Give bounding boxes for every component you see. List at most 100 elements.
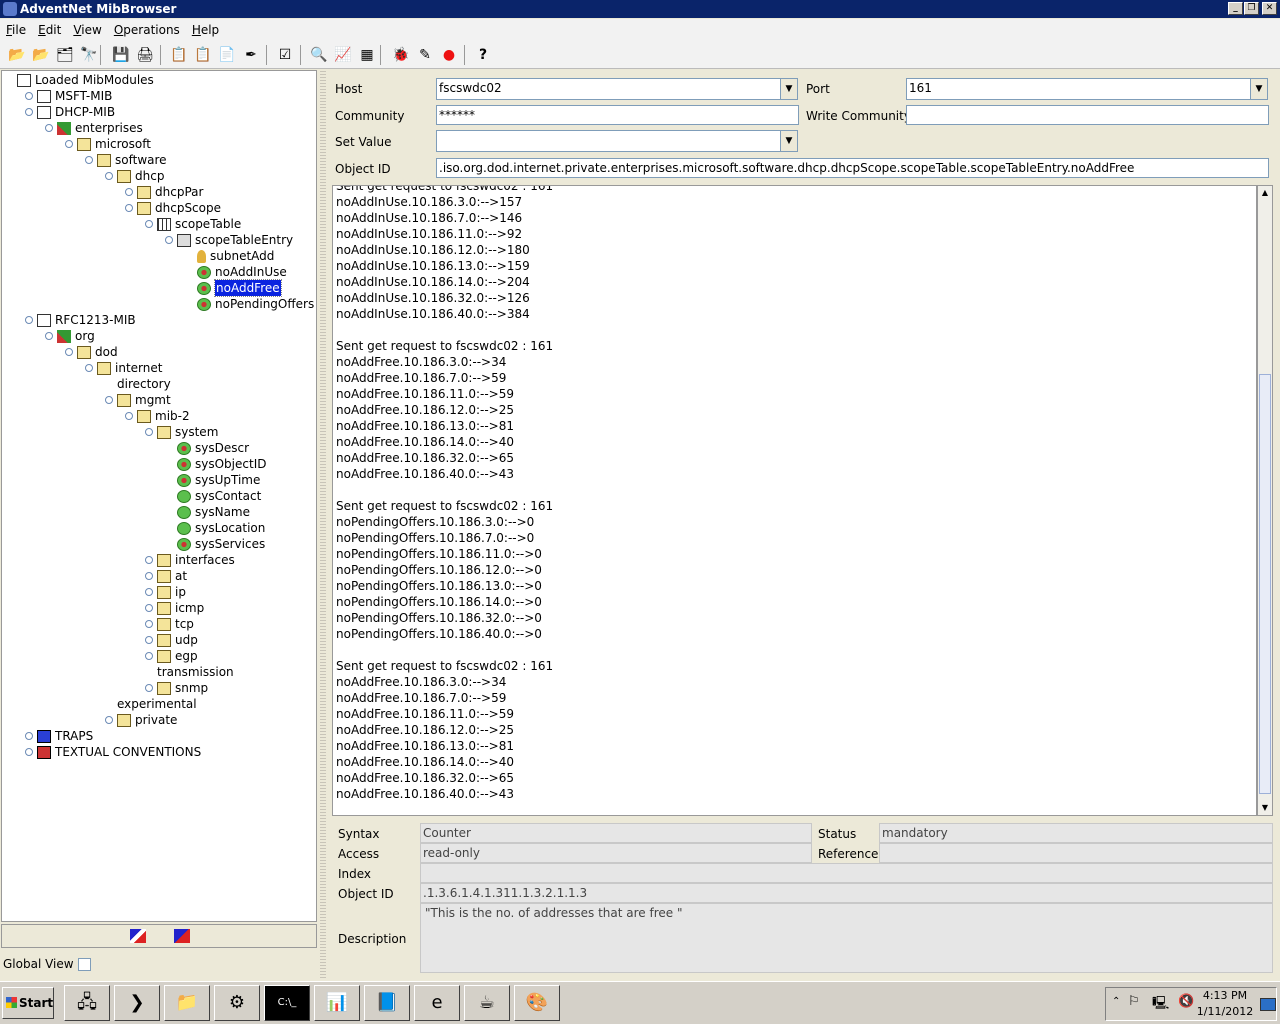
tree-expand-handle[interactable]	[85, 364, 93, 372]
host-field[interactable]: fscswdc02	[436, 78, 782, 100]
tree-node[interactable]: scopeTableEntry	[165, 232, 293, 248]
start-button[interactable]: Start	[2, 987, 54, 1019]
load-mib-icon[interactable]: 📂	[6, 44, 28, 66]
tree-node[interactable]: mib-2	[125, 408, 190, 424]
menu-operations[interactable]: Operations	[110, 19, 184, 41]
tree-node[interactable]: TEXTUAL CONVENTIONS	[25, 744, 201, 760]
tree-node[interactable]: sysObjectID	[165, 456, 266, 472]
table-icon[interactable]: ▦	[356, 44, 378, 66]
menu-edit[interactable]: Edit	[34, 19, 65, 41]
tree-node[interactable]: transmission	[145, 664, 234, 680]
show-desktop-icon[interactable]	[1260, 998, 1276, 1011]
tree-node[interactable]: ip	[145, 584, 186, 600]
tree-expand-handle[interactable]	[145, 572, 153, 580]
object-id-field[interactable]: .iso.org.dod.internet.private.enterprise…	[436, 158, 1269, 178]
tree-expand-handle[interactable]	[25, 732, 33, 740]
snmp-table-icon[interactable]: 🔍	[308, 44, 330, 66]
tree-node[interactable]: RFC1213-MIB	[25, 312, 136, 328]
host-dropdown-button[interactable]: ▼	[780, 78, 798, 100]
tree-expand-handle[interactable]	[105, 716, 113, 724]
tree-node[interactable]: private	[105, 712, 177, 728]
tree-expand-handle[interactable]	[145, 556, 153, 564]
getnext-icon[interactable]: 📋	[192, 44, 214, 66]
tree-expand-handle[interactable]	[125, 204, 133, 212]
menu-file[interactable]: File	[2, 19, 30, 41]
tree-node[interactable]: sysName	[165, 504, 250, 520]
tree-node[interactable]: snmp	[145, 680, 208, 696]
settings-icon[interactable]: ✎	[414, 44, 436, 66]
tree-node[interactable]: MSFT-MIB	[25, 88, 112, 104]
tree-expand-handle[interactable]	[145, 620, 153, 628]
tree-expand-handle[interactable]	[25, 92, 33, 100]
tree-node[interactable]: org	[45, 328, 95, 344]
restore-button[interactable]: ❐	[1244, 2, 1259, 15]
tree-node[interactable]: sysUpTime	[165, 472, 260, 488]
set-icon[interactable]: ✒	[240, 44, 262, 66]
community-field[interactable]: ******	[436, 105, 799, 125]
load-all-icon[interactable]: 📂	[30, 44, 52, 66]
tree-node[interactable]: TRAPS	[25, 728, 93, 744]
stop-icon[interactable]: ●	[438, 44, 460, 66]
tree-expand-handle[interactable]	[25, 108, 33, 116]
tree-expand-handle[interactable]	[25, 316, 33, 324]
tree-node[interactable]: udp	[145, 632, 198, 648]
tree-expand-handle[interactable]	[165, 236, 173, 244]
taskbar-app-button[interactable]: 📊	[314, 985, 360, 1021]
clock[interactable]: 4:13 PM 1/11/2012	[1195, 988, 1255, 1020]
tree-node[interactable]: internet	[85, 360, 162, 376]
set-value-field[interactable]	[436, 130, 782, 152]
tree-node[interactable]: experimental	[105, 696, 197, 712]
close-button[interactable]: ✕	[1262, 2, 1277, 15]
tree-expand-handle[interactable]	[145, 220, 153, 228]
tree-node[interactable]: sysServices	[165, 536, 265, 552]
tree-node[interactable]: egp	[145, 648, 198, 664]
result-output-area[interactable]: Sent get request to fscswdc02 : 161 noAdd…	[332, 185, 1257, 816]
tree-node[interactable]: microsoft	[65, 136, 151, 152]
taskbar-app-button[interactable]: ☕	[464, 985, 510, 1021]
tree-expand-handle[interactable]	[145, 604, 153, 612]
mib-tree[interactable]: Loaded MibModules MSFT-MIB DHCP-MIB enterpr…	[1, 70, 317, 922]
taskbar-app-button[interactable]: e	[414, 985, 460, 1021]
find-icon[interactable]: 🔭	[78, 44, 100, 66]
expand-tree-icon[interactable]	[130, 929, 146, 943]
split-pane-divider[interactable]	[320, 70, 326, 980]
tree-node[interactable]: enterprises	[45, 120, 143, 136]
tree-node[interactable]: noPendingOffers	[185, 296, 314, 312]
port-dropdown-button[interactable]: ▼	[1250, 78, 1268, 100]
taskbar-app-button[interactable]: ❯	[114, 985, 160, 1021]
tree-expand-handle[interactable]	[25, 748, 33, 756]
taskbar-app-button[interactable]: 🎨	[514, 985, 560, 1021]
tree-node[interactable]: icmp	[145, 600, 204, 616]
tree-node[interactable]: mgmt	[105, 392, 171, 408]
tree-node[interactable]: at	[145, 568, 187, 584]
tree-node[interactable]: noAddFree	[185, 279, 282, 297]
tree-node[interactable]: subnetAdd	[185, 248, 274, 264]
minimize-button[interactable]: _	[1228, 2, 1243, 15]
taskbar-app-button[interactable]: 📘	[364, 985, 410, 1021]
write-community-field[interactable]	[906, 105, 1269, 125]
tree-node[interactable]: software	[85, 152, 167, 168]
tree-expand-handle[interactable]	[65, 348, 73, 356]
taskbar-app-button[interactable]: 📁	[164, 985, 210, 1021]
action-center-flag-icon[interactable]: ⚐	[1128, 994, 1140, 1009]
save-icon[interactable]: 💾	[110, 44, 132, 66]
line-graph-icon[interactable]: 📈	[332, 44, 354, 66]
tree-node[interactable]: dhcpPar	[125, 184, 203, 200]
tree-node[interactable]: tcp	[145, 616, 194, 632]
menu-view[interactable]: View	[69, 19, 105, 41]
multi-var-icon[interactable]: ☑	[274, 44, 296, 66]
scroll-down-button[interactable]: ▼	[1258, 801, 1272, 815]
get-icon[interactable]: 📋	[168, 44, 190, 66]
scrollbar-thumb[interactable]	[1259, 374, 1271, 794]
tree-expand-handle[interactable]	[45, 124, 53, 132]
tree-expand-handle[interactable]	[105, 172, 113, 180]
port-field[interactable]: 161	[906, 78, 1251, 100]
tree-node[interactable]: noAddInUse	[185, 264, 287, 280]
tree-expand-handle[interactable]	[125, 188, 133, 196]
tree-expand-handle[interactable]	[145, 636, 153, 644]
help-icon[interactable]: ?	[472, 44, 494, 66]
output-scrollbar[interactable]: ▲ ▼	[1257, 185, 1273, 816]
set-value-dropdown-button[interactable]: ▼	[780, 130, 798, 152]
getbulk-icon[interactable]: 📄	[216, 44, 238, 66]
collapse-tree-icon[interactable]	[174, 929, 190, 943]
